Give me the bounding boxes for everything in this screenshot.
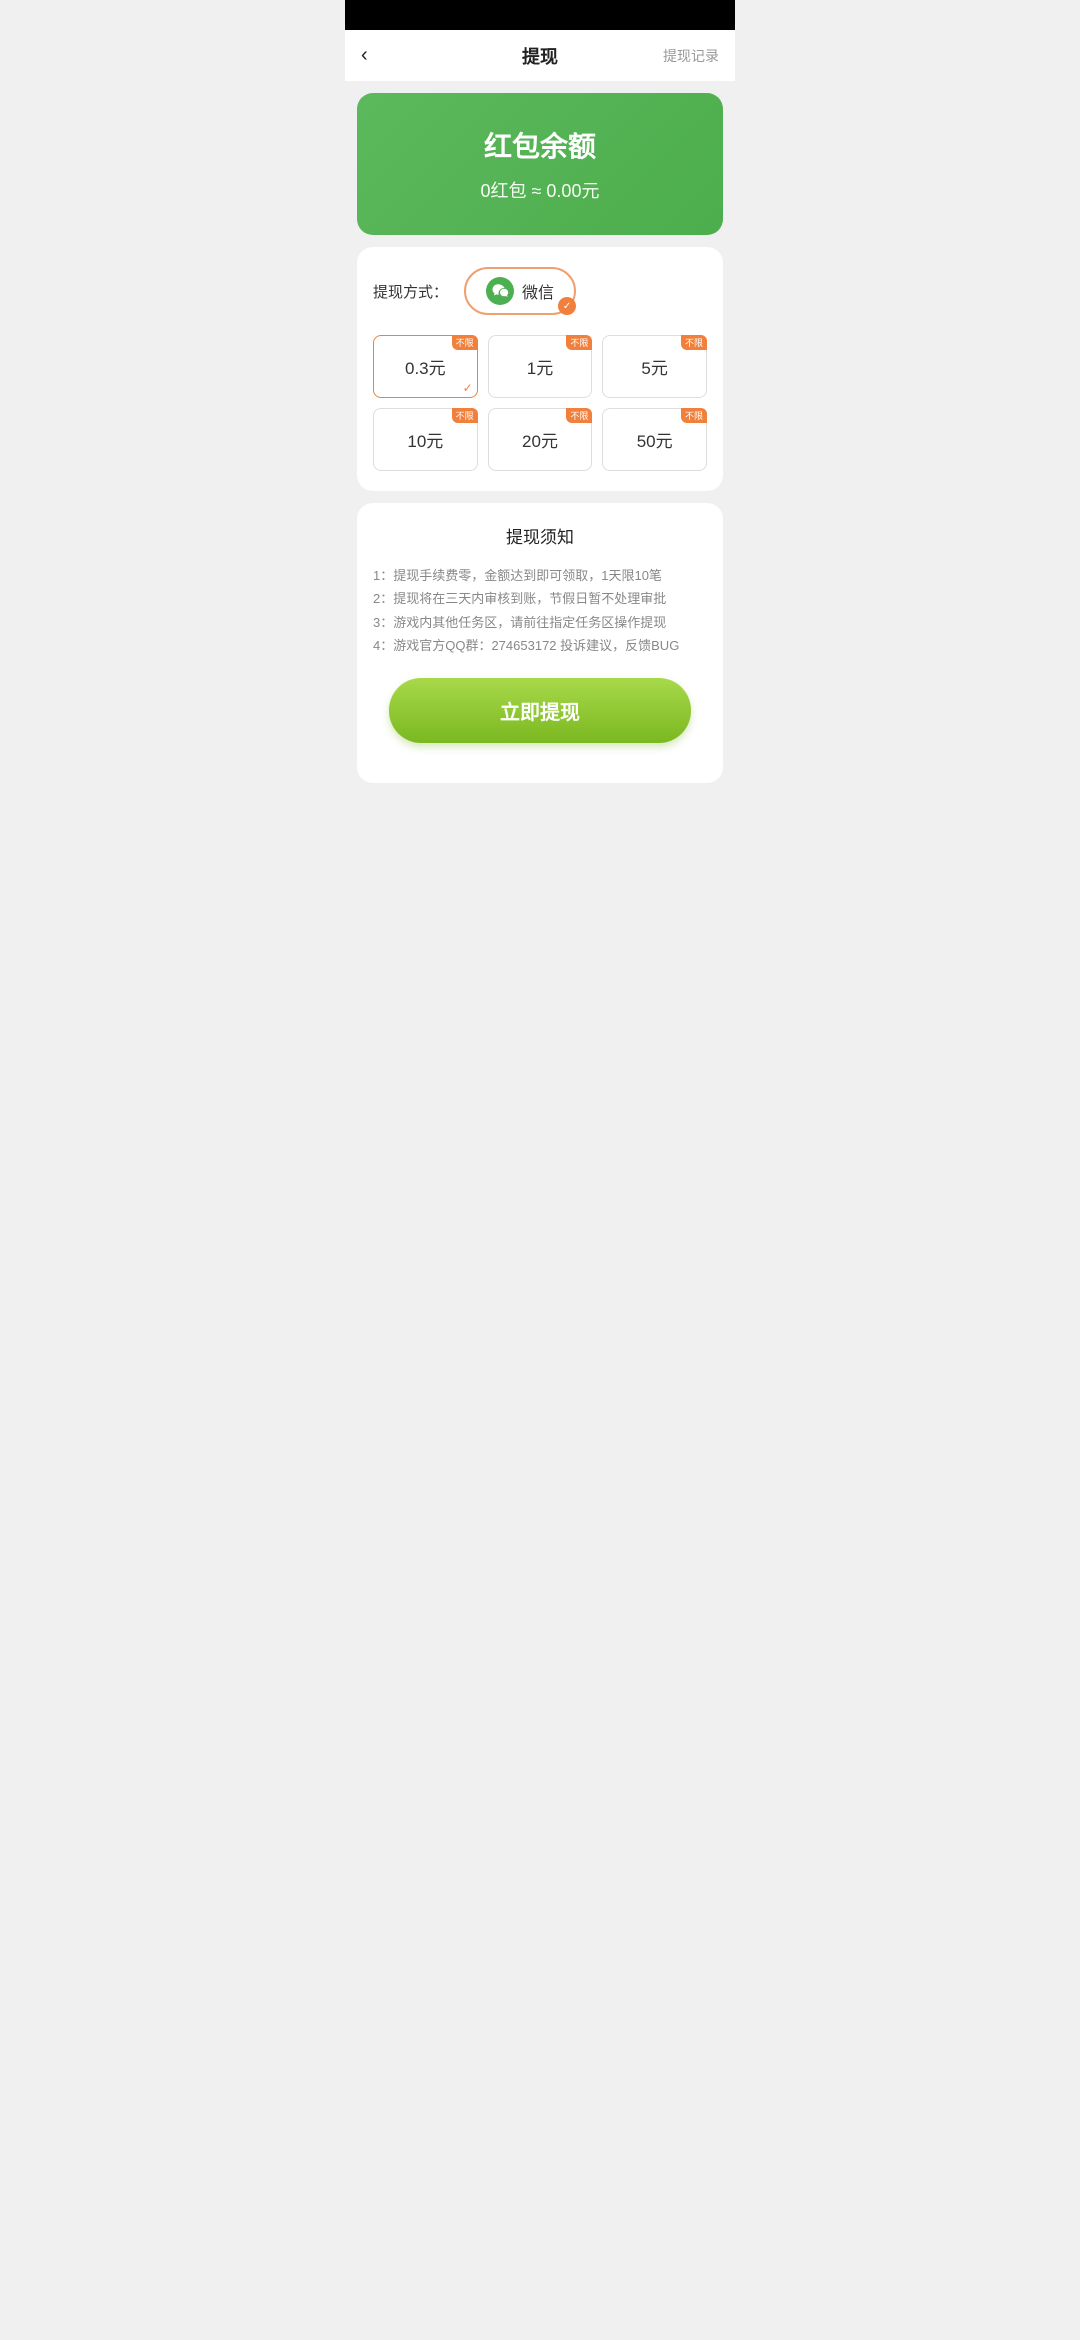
notice-title: 提现须知 bbox=[373, 523, 707, 548]
balance-title: 红包余额 bbox=[377, 125, 703, 165]
history-link[interactable]: 提现记录 bbox=[663, 46, 719, 66]
no-limit-badge-2: 不限 bbox=[681, 335, 707, 350]
method-label: 提现方式： bbox=[373, 281, 448, 302]
back-button[interactable]: ‹ bbox=[361, 44, 368, 67]
notice-item-1: 2：提现将在三天内审核到账，节假日暂不处理审批 bbox=[373, 587, 707, 610]
amount-grid: 不限 0.3元 不限 1元 不限 5元 不限 10元 不限 20元 不限 50元 bbox=[373, 335, 707, 471]
amount-item-3[interactable]: 不限 10元 bbox=[373, 408, 478, 471]
page-title: 提现 bbox=[522, 43, 558, 69]
method-section: 提现方式： 微信 ✓ 不限 0.3元 不限 1元 不限 5元 bbox=[357, 247, 723, 491]
amount-item-2[interactable]: 不限 5元 bbox=[602, 335, 707, 398]
balance-amount: 0红包 ≈ 0.00元 bbox=[377, 177, 703, 203]
wechat-label: 微信 bbox=[522, 279, 554, 303]
notice-list: 1：提现手续费零，金额达到即可领取，1天限10笔 2：提现将在三天内审核到账，节… bbox=[373, 564, 707, 658]
notice-item-0: 1：提现手续费零，金额达到即可领取，1天限10笔 bbox=[373, 564, 707, 587]
amount-item-4[interactable]: 不限 20元 bbox=[488, 408, 593, 471]
amount-value-0: 0.3元 bbox=[405, 359, 446, 378]
no-limit-badge-3: 不限 bbox=[452, 408, 478, 423]
no-limit-badge-4: 不限 bbox=[566, 408, 592, 423]
amount-item-1[interactable]: 不限 1元 bbox=[488, 335, 593, 398]
no-limit-badge-1: 不限 bbox=[566, 335, 592, 350]
no-limit-badge-0: 不限 bbox=[452, 335, 478, 350]
wechat-option[interactable]: 微信 ✓ bbox=[464, 267, 576, 315]
status-bar bbox=[345, 0, 735, 30]
balance-card: 红包余额 0红包 ≈ 0.00元 bbox=[357, 93, 723, 235]
method-row: 提现方式： 微信 ✓ bbox=[373, 267, 707, 315]
amount-value-2: 5元 bbox=[641, 359, 667, 378]
notice-item-2: 3：游戏内其他任务区，请前往指定任务区操作提现 bbox=[373, 611, 707, 634]
notice-item-3: 4：游戏官方QQ群：274653172 投诉建议，反馈BUG bbox=[373, 634, 707, 657]
amount-value-4: 20元 bbox=[522, 432, 558, 451]
amount-item-0[interactable]: 不限 0.3元 bbox=[373, 335, 478, 398]
notice-section: 提现须知 1：提现手续费零，金额达到即可领取，1天限10笔 2：提现将在三天内审… bbox=[357, 503, 723, 783]
amount-value-3: 10元 bbox=[407, 432, 443, 451]
amount-value-5: 50元 bbox=[637, 432, 673, 451]
bottom-area bbox=[345, 783, 735, 983]
wechat-check-icon: ✓ bbox=[558, 297, 576, 315]
wechat-icon bbox=[486, 277, 514, 305]
amount-item-5[interactable]: 不限 50元 bbox=[602, 408, 707, 471]
submit-button[interactable]: 立即提现 bbox=[389, 678, 691, 743]
no-limit-badge-5: 不限 bbox=[681, 408, 707, 423]
nav-bar: ‹ 提现 提现记录 bbox=[345, 30, 735, 81]
amount-value-1: 1元 bbox=[527, 359, 553, 378]
